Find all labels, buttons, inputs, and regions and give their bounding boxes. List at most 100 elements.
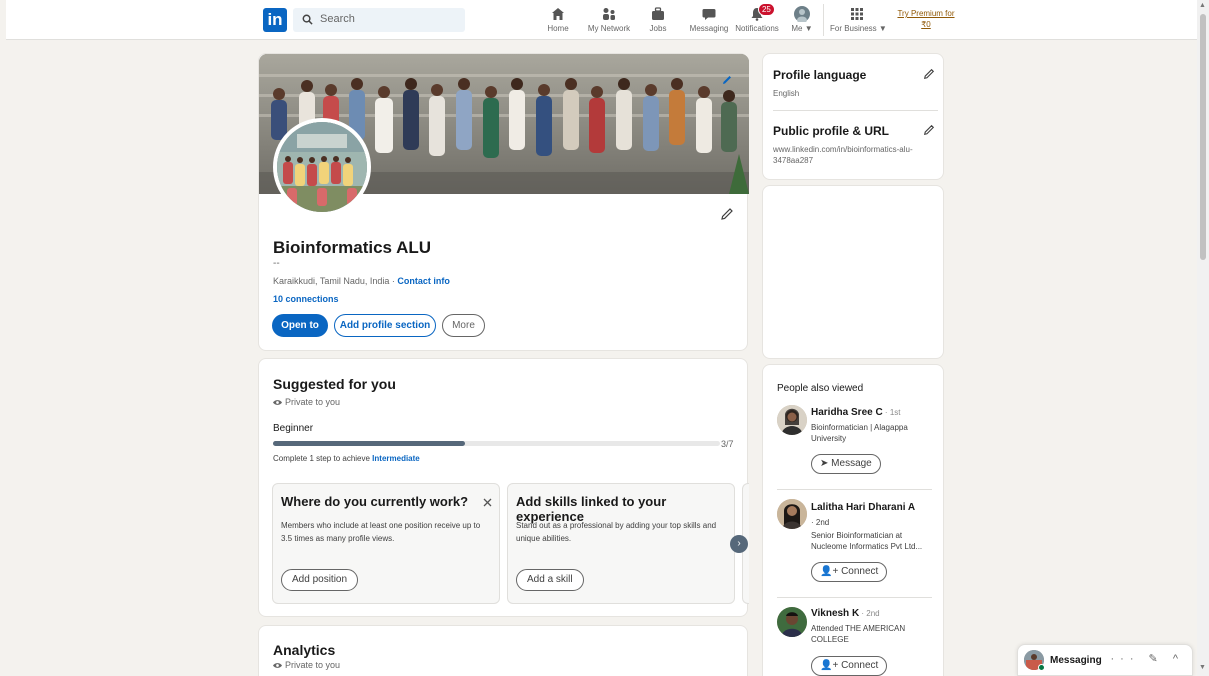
level-label: Beginner [273,423,314,434]
public-profile-url[interactable]: www.linkedin.com/in/bioinformatics-alu-3… [773,144,938,166]
person-name[interactable]: Lalitha Hari Dharani A [811,502,915,513]
person-name-text: Haridha Sree C [811,407,883,418]
eye-icon [273,400,282,405]
person-headline: Attended THE AMERICAN COLLEGE [811,624,906,644]
try-premium-link[interactable]: Try Premium for ₹0 [896,8,956,30]
person-avatar[interactable] [777,499,807,529]
message-button[interactable]: ➤ Message [811,454,881,474]
edit-language-icon[interactable] [923,68,935,80]
suggestion-card-skills: Add skills linked to your experience Sta… [507,483,735,604]
nav-notifications-label: Notifications [735,24,779,33]
edit-cover-icon[interactable] [721,74,733,86]
nav-jobs[interactable]: Jobs [646,4,670,36]
complete-prefix: Complete 1 step to achieve [273,454,373,463]
person-photo [777,499,807,529]
connection-degree: · 1st [882,408,901,417]
top-nav: in Search Home My Network Jobs Messaging… [6,0,1197,40]
next-suggestion-button[interactable]: › [730,535,748,553]
person-headline: Senior Bioinformatician at Nucleome Info… [811,531,923,551]
suggestion-description: Members who include at least one positio… [281,521,481,543]
connect-button[interactable]: 👤+ Connect [811,562,888,582]
private-label: Private to you [273,397,340,407]
person-degree-line: · 2nd [811,517,936,528]
profile-avatar[interactable] [273,118,371,216]
person-name[interactable]: Haridha Sree C · 1st [811,407,900,418]
person-headline: Bioinformatician | Alagappa University [811,423,908,443]
person-name-text: Lalitha Hari Dharani A [811,502,916,513]
scrollbar-thumb[interactable] [1200,14,1206,260]
add-skill-button[interactable]: Add a skill [516,569,584,591]
notification-badge: 25 [757,3,775,16]
online-status-dot [1038,664,1045,671]
linkedin-logo[interactable]: in [263,8,287,32]
search-placeholder: Search [320,13,355,25]
connection-degree: · 2nd [811,518,830,527]
profile-settings-card: Profile language English Public profile … [762,53,944,180]
connect-button[interactable]: 👤+ Connect [811,656,888,676]
nav-my-network[interactable]: My Network [586,4,632,36]
profile-card: Bioinformatics ALU -- Karaikkudi, Tamil … [258,53,749,351]
nav-jobs-label: Jobs [649,24,667,33]
level-progress-fill [273,441,466,446]
ad-placeholder-card [762,185,944,359]
progress-count: 3/7 [721,439,734,449]
connect-button-label: Connect [841,566,879,577]
messaging-panel[interactable]: Messaging ··· ✎ ^ [1017,644,1193,676]
nav-messaging[interactable]: Messaging [688,4,730,36]
send-icon: ➤ [820,458,832,469]
grid-icon [851,8,863,20]
intermediate-link[interactable]: Intermediate [372,454,420,463]
people-also-viewed-title: People also viewed [777,383,864,394]
person-avatar[interactable] [777,405,807,435]
nav-notifications[interactable]: 25 Notifications [733,3,781,36]
add-person-icon: 👤+ [820,660,842,671]
nav-me[interactable]: Me ▼ [790,4,814,36]
profile-name: Bioinformatics ALU [273,238,432,257]
messaging-actions[interactable]: ··· ✎ ^ [1111,652,1184,665]
location-text: Karaikkudi, Tamil Nadu, India [273,276,390,286]
person-photo [777,405,807,435]
divider [773,110,938,111]
suggestion-card-position: Where do you currently work? Members who… [272,483,500,604]
add-person-icon: 👤+ [820,566,842,577]
search-input[interactable]: Search [293,8,465,32]
add-profile-section-button[interactable]: Add profile section [334,314,436,337]
profile-language-value: English [773,89,800,98]
connections-link[interactable]: 10 connections [273,294,339,304]
edit-url-icon[interactable] [923,124,935,136]
more-button[interactable]: More [442,314,485,337]
people-also-viewed-card: People also viewed Haridha Sree C · 1st … [762,364,944,676]
contact-info-link[interactable]: Contact info [397,276,450,286]
page-scrollbar[interactable]: ▲ ▼ [1197,0,1209,676]
person-avatar[interactable] [777,607,807,637]
person-name[interactable]: Viknesh K · 2nd [811,608,880,619]
public-profile-title: Public profile & URL [773,124,890,138]
divider [777,597,932,598]
connect-button-label: Connect [841,660,879,671]
nav-divider [823,4,824,36]
scroll-up-icon[interactable]: ▲ [1199,2,1206,9]
nav-for-business[interactable]: For Business ▼ [830,4,887,36]
add-position-button[interactable]: Add position [281,569,359,591]
scroll-down-icon[interactable]: ▼ [1199,664,1206,671]
message-button-label: Message [831,458,872,469]
nav-me-label: Me ▼ [791,24,813,33]
connection-degree: · 2nd [859,609,880,618]
private-text: Private to you [285,397,341,407]
close-icon[interactable] [483,498,492,507]
home-icon [552,8,564,20]
nav-home[interactable]: Home [546,4,570,36]
divider [777,489,932,490]
nav-home-label: Home [547,24,569,33]
open-to-button[interactable]: Open to [272,314,328,337]
profile-avatar-image [277,122,367,212]
suggestion-title: Where do you currently work? [281,494,469,509]
network-icon [603,8,615,20]
avatar [794,6,810,22]
complete-step-text: Complete 1 step to achieve Intermediate [273,454,420,463]
person-name-text: Viknesh K [811,608,860,619]
edit-intro-icon[interactable] [720,207,734,221]
profile-language-title: Profile language [773,68,867,82]
suggested-title: Suggested for you [273,376,396,392]
person-photo [777,607,807,637]
